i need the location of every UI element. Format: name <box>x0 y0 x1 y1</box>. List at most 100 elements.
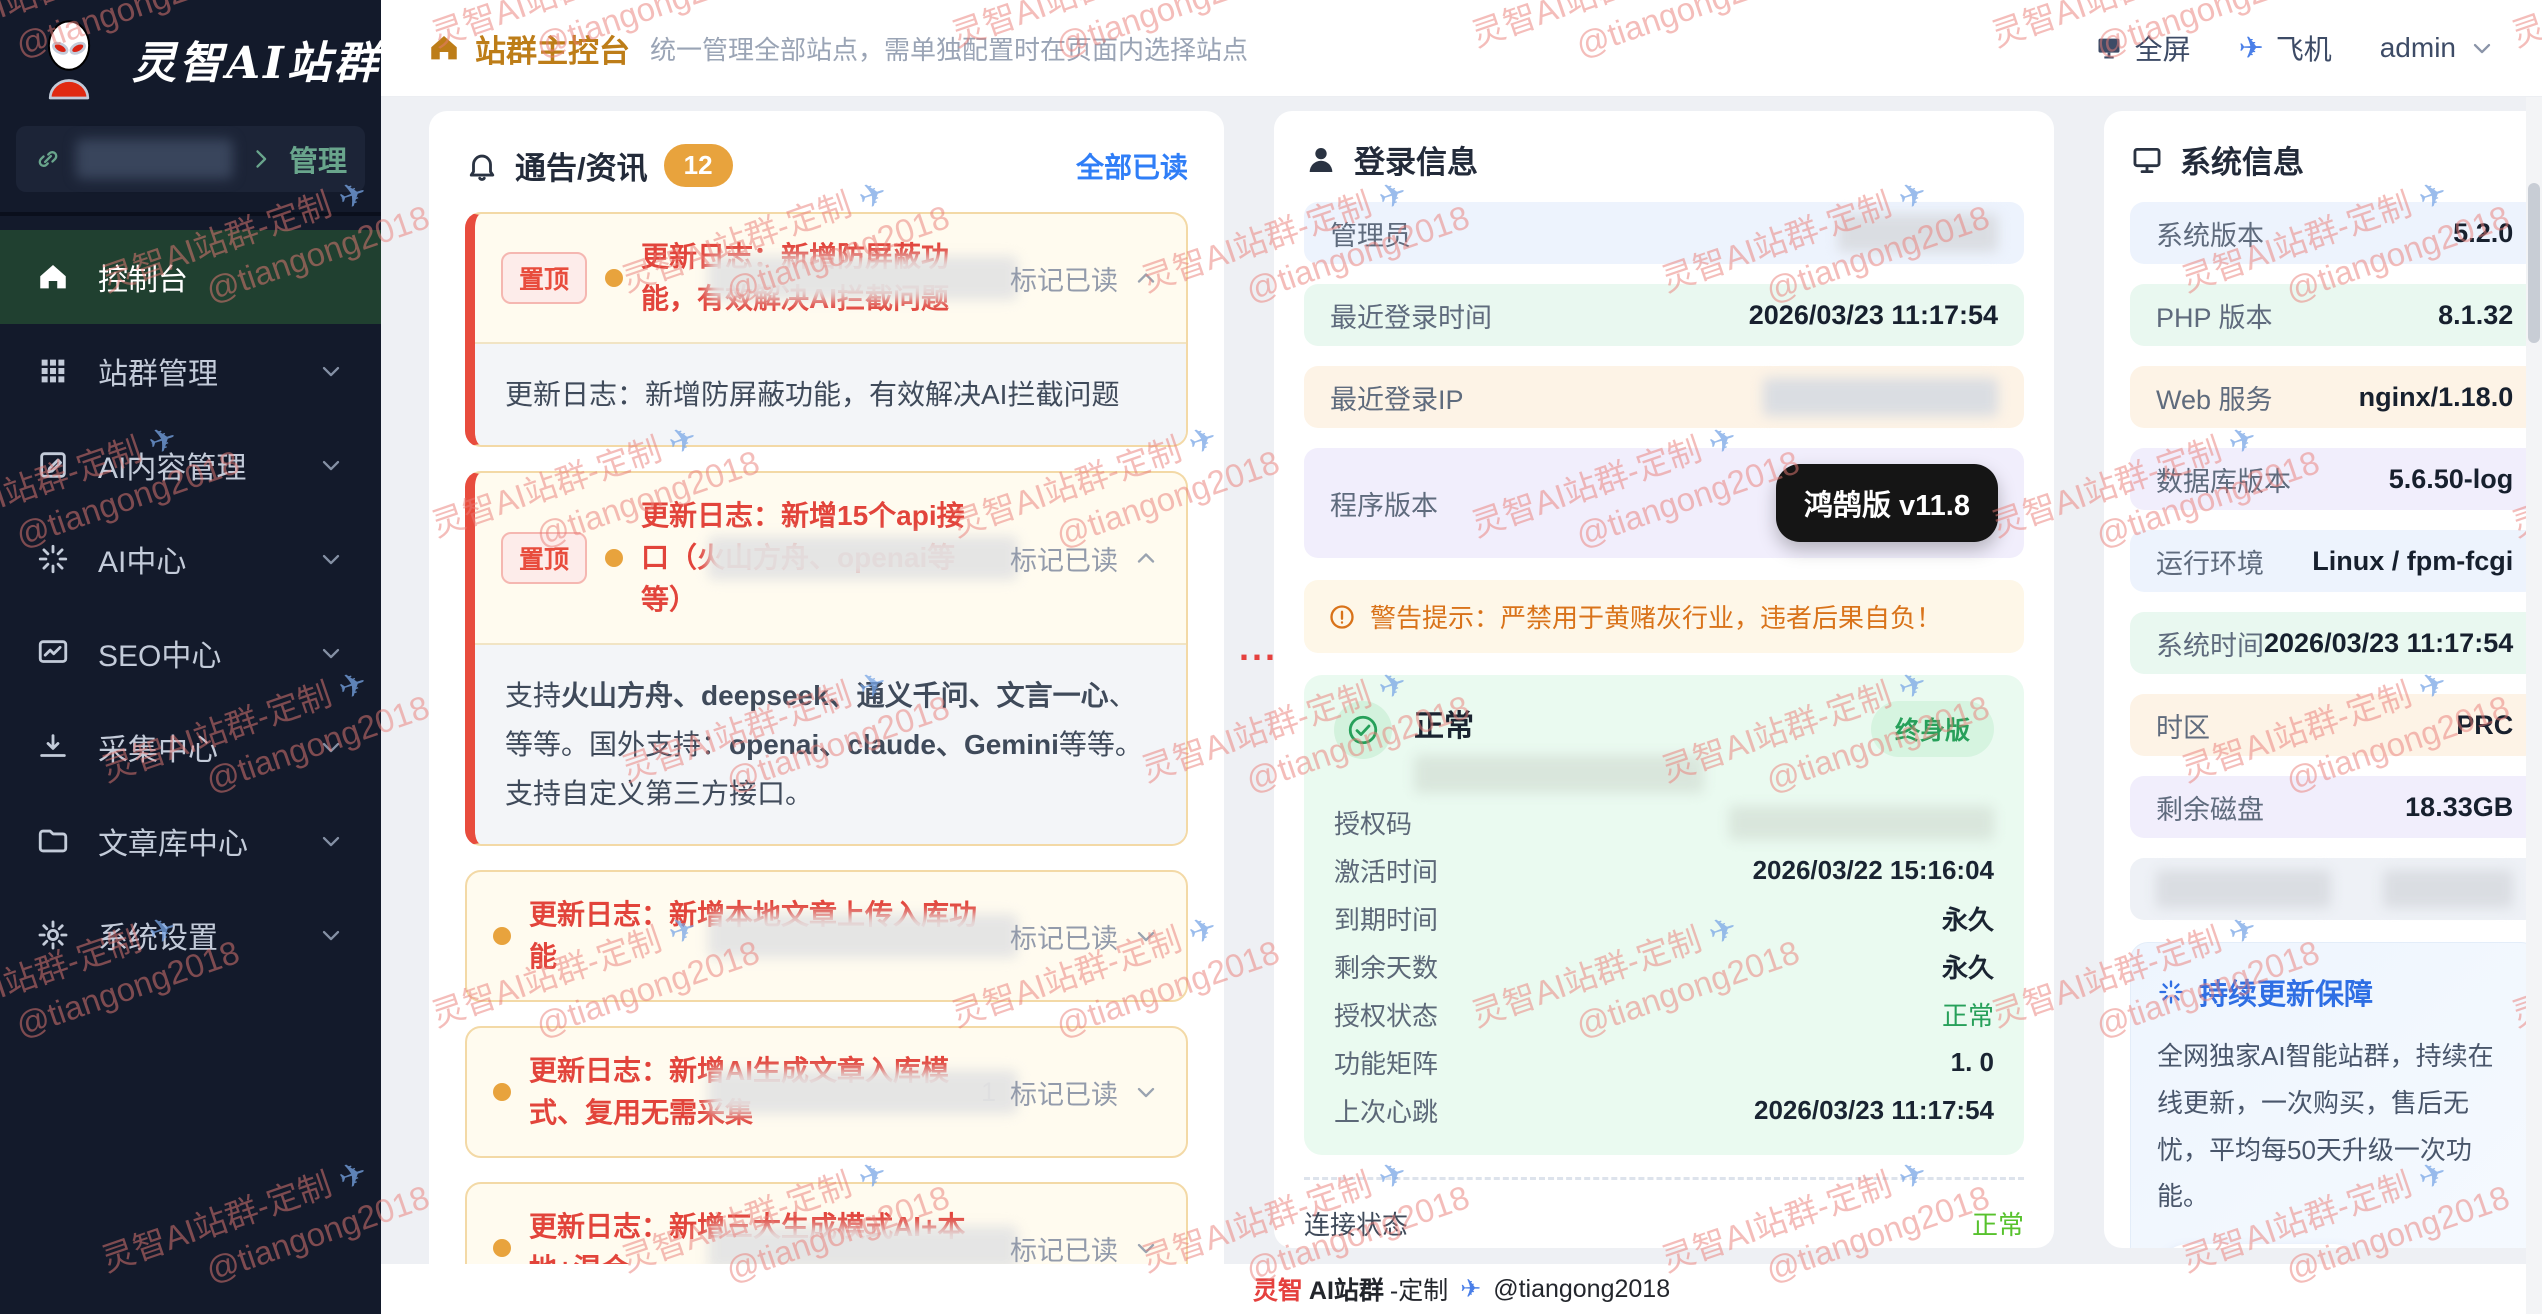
chevron-down-icon <box>317 451 345 479</box>
mark-read-link[interactable]: 标记已读 <box>1010 917 1118 956</box>
footer-handle: @tiangong2018 <box>1493 1275 1670 1304</box>
guarantee-card: 持续更新保障 全网独家AI智能站群，持续在线更新，一次购买，售后无忧，平均每50… <box>2130 942 2539 1248</box>
notice-item[interactable]: 更新日志：新增本地文章上传入库功能标记已读 <box>465 870 1188 1002</box>
sidebar-item-article-library[interactable]: 文章库中心 <box>0 794 381 888</box>
pinned-badge: 置顶 <box>501 252 587 304</box>
notice-actions: 标记已读 <box>1010 917 1160 956</box>
license-status: 正常 <box>1414 701 1704 745</box>
notice-header: 更新日志：新增AI生成文章入库模式、复用无需采集1标记已读 <box>467 1028 1186 1156</box>
system-row: 数据库版本 5.6.50-log <box>2130 448 2539 510</box>
censored-license-name <box>1414 755 1704 793</box>
row-value: 1. 0 <box>1951 1047 1994 1078</box>
chevron-down-icon <box>2468 34 2496 62</box>
notice-item[interactable]: 置顶更新日志：新增防屏蔽功能，有效解决AI拦截问题标记已读更新日志：新增防屏蔽功… <box>465 212 1188 447</box>
system-row: Web 服务nginx/1.18.0 <box>2130 366 2539 428</box>
sidebar-item-sites[interactable]: 站群管理 <box>0 324 381 418</box>
license-row: 剩余天数永久 <box>1334 948 1994 985</box>
license-row: 到期时间 永久 <box>1334 900 1994 937</box>
system-row: 系统版本5.2.0 <box>2130 202 2539 264</box>
notice-actions: 标记已读 <box>1010 259 1160 298</box>
site-selector[interactable]: 管理 <box>16 126 365 192</box>
notice-item[interactable]: 置顶更新日志：新增15个api接口（火山方舟、openai等等）标记已读支持火山… <box>465 471 1188 846</box>
row-value: Linux / fpm-fcgi <box>2312 546 2513 577</box>
check-circle-icon <box>1334 701 1392 759</box>
sidebar-item-seo-center[interactable]: SEO中心 <box>0 606 381 700</box>
guarantee-body: 全网独家AI智能站群，持续在线更新，一次购买，售后无忧，平均每50天升级一次功能… <box>2157 1033 2512 1220</box>
gear-icon <box>36 918 70 952</box>
row-value: 永久 <box>1942 900 1994 937</box>
row-value: 5.6.50-log <box>2389 464 2514 495</box>
connection-rows: 连接状态正常连接说明授权链路运行正常，系统将自动维护后续心跳与功能数据上次心跳2… <box>1304 1205 2024 1248</box>
chevron-right-icon <box>247 145 275 173</box>
system-row: 系统时间2026/03/23 11:17:54 <box>2130 612 2539 674</box>
version-pill: 鸿鹄版 v11.8 <box>1776 464 1998 542</box>
row-label: 最近登录IP <box>1330 378 1464 417</box>
folder-icon <box>36 824 70 858</box>
unread-dot-icon <box>493 1239 511 1257</box>
spin-icon <box>36 542 70 576</box>
notice-header: 置顶更新日志：新增15个api接口（火山方舟、openai等等）标记已读 <box>475 473 1186 643</box>
manage-link[interactable]: 管理 <box>289 138 347 180</box>
sidebar-item-system-settings[interactable]: 系统设置 <box>0 888 381 982</box>
guarantee-pills: 持续在线更新一次购买平均50天升级 <box>2157 1244 2512 1248</box>
row-label: 连接状态 <box>1304 1205 1408 1242</box>
mark-read-link[interactable]: 标记已读 <box>1010 1229 1118 1265</box>
scrollbar-thumb[interactable] <box>2528 183 2540 343</box>
plane-label: 飞机 <box>2276 28 2332 68</box>
login-column: 登录信息 管理员最近登录时间2026/03/23 11:17:54最近登录IP程… <box>1274 111 2054 1264</box>
row-label: 最近登录时间 <box>1330 296 1492 335</box>
notice-item[interactable]: 更新日志：新增AI生成文章入库模式、复用无需采集1标记已读 <box>465 1026 1188 1158</box>
mark-read-link[interactable]: 标记已读 <box>1010 259 1118 298</box>
read-all-link[interactable]: 全部已读 <box>1076 146 1188 186</box>
censored-value <box>2383 870 2513 908</box>
row-label: 管理员 <box>1330 214 1411 253</box>
chevron-up-icon[interactable] <box>1132 264 1160 292</box>
row-label: 到期时间 <box>1334 900 1438 937</box>
sidebar-item-label: AI中心 <box>98 537 186 581</box>
license-card: 正常 终身版 授权码激活时间2026/03/22 15:16:04到期时间永久剩… <box>1304 675 2024 1155</box>
scrollbar[interactable] <box>2526 97 2542 1314</box>
notices-title: 通告/资讯 <box>515 143 648 188</box>
login-row: 管理员 <box>1304 202 2024 264</box>
sidebar-item-console[interactable]: 控制台 <box>0 230 381 324</box>
sidebar-item-ai-content[interactable]: AI内容管理 <box>0 418 381 512</box>
unread-dot-icon <box>493 927 511 945</box>
row-value: 永久 <box>1942 948 1994 985</box>
edit-icon <box>36 448 70 482</box>
notice-header: 更新日志：新增本地文章上传入库功能标记已读 <box>467 872 1186 1000</box>
censored-site-name <box>76 139 233 179</box>
warning-banner: 警告提示：严禁用于黄赌灰行业，违者后果自负！ <box>1304 580 2024 653</box>
page-title: 站群主控台 <box>475 26 630 71</box>
unread-count-badge: 12 <box>664 144 733 187</box>
chevron-up-icon[interactable] <box>1132 544 1160 572</box>
mark-read-link[interactable]: 标记已读 <box>1010 539 1118 578</box>
system-row: 运行环境Linux / fpm-fcgi <box>2130 530 2539 592</box>
notice-item[interactable]: 更新日志：新增三大生成模式AI+本地+混合标记已读 <box>465 1182 1188 1264</box>
row-label: 授权状态 <box>1334 996 1438 1033</box>
system-row: 时区PRC <box>2130 694 2539 756</box>
alien-logo-icon <box>26 16 112 102</box>
chevron-down-icon[interactable] <box>1132 922 1160 950</box>
chevron-down-icon[interactable] <box>1132 1078 1160 1106</box>
footer-suffix: -定制 <box>1390 1271 1448 1307</box>
chevron-down-icon <box>317 827 345 855</box>
sidebar-item-ai-center[interactable]: AI中心 <box>0 512 381 606</box>
row-label: 数据库版本 <box>2156 460 2291 499</box>
topbar: 站群主控台 统一管理全部站点，需单独配置时在页面内选择站点 全屏 ✈ 飞机 ad… <box>381 0 2542 97</box>
chevron-down-icon <box>317 639 345 667</box>
page-subtitle: 统一管理全部站点，需单独配置时在页面内选择站点 <box>650 30 1248 67</box>
license-row: 上次心跳2026/03/23 11:17:54 <box>1334 1092 1994 1129</box>
system-row: PHP 版本8.1.32 <box>2130 284 2539 346</box>
notice-actions: 标记已读 <box>1010 539 1160 578</box>
user-menu[interactable]: admin <box>2380 32 2496 64</box>
chevron-down-icon[interactable] <box>1132 1234 1160 1262</box>
mark-read-link[interactable]: 标记已读 <box>1010 1073 1118 1112</box>
sidebar-item-collect-center[interactable]: 采集中心 <box>0 700 381 794</box>
row-value: 5.2.0 <box>2453 218 2513 249</box>
row-value: 18.33GB <box>2405 792 2513 823</box>
system-column: 系统信息 系统版本5.2.0PHP 版本8.1.32Web 服务nginx/1.… <box>2104 111 2542 1264</box>
system-row: 剩余磁盘18.33GB <box>2130 776 2539 838</box>
footer-brand-accent: 灵智 <box>1253 1271 1303 1307</box>
fullscreen-button[interactable]: 全屏 <box>2095 28 2191 68</box>
telegram-button[interactable]: ✈ 飞机 <box>2239 28 2332 68</box>
